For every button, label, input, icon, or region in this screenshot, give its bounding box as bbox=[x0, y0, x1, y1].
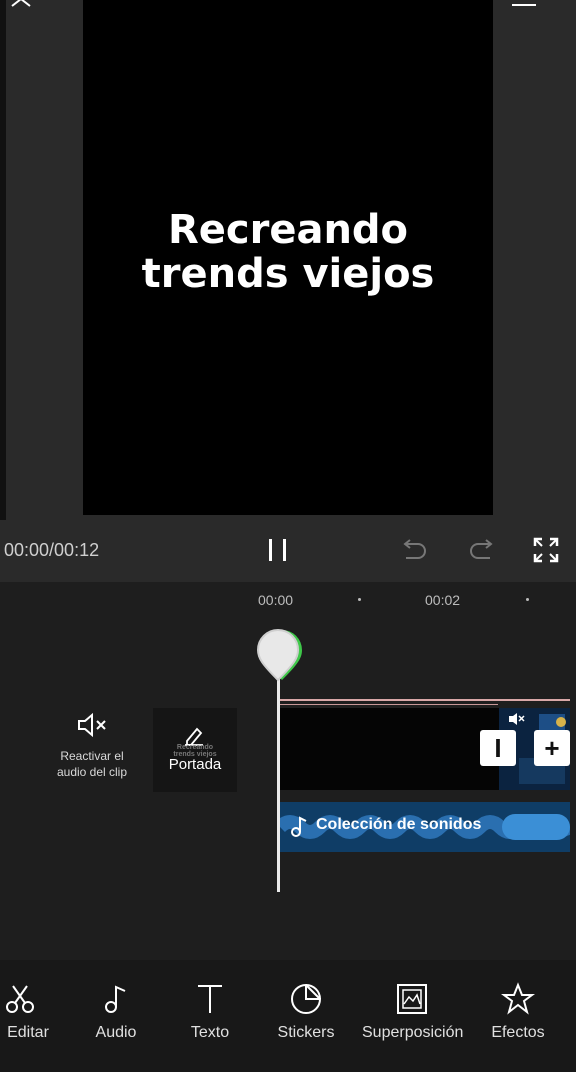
pencil-icon bbox=[185, 727, 203, 746]
ruler-mark: 00:02 bbox=[425, 592, 461, 608]
undo-icon[interactable] bbox=[398, 534, 430, 566]
music-note-icon bbox=[105, 985, 126, 1013]
fullscreen-icon[interactable] bbox=[530, 534, 562, 566]
music-note-icon bbox=[291, 816, 307, 837]
toolbar-label: Stickers bbox=[277, 1024, 335, 1041]
ruler-dot bbox=[526, 598, 529, 601]
pause-icon[interactable] bbox=[262, 534, 294, 566]
unmute-clip-button[interactable]: Reactivar el audio del clip bbox=[50, 712, 134, 780]
toolbar-item-text[interactable]: Texto bbox=[160, 982, 260, 1042]
track-marker-line bbox=[280, 699, 570, 701]
sticker-icon bbox=[291, 983, 322, 1014]
timeline[interactable]: 00:00 00:02 Reactivar el audio del clip … bbox=[0, 582, 576, 960]
player-controls: 00:00/00:12 bbox=[0, 520, 576, 582]
redo-icon[interactable] bbox=[466, 534, 498, 566]
video-preview[interactable]: Recreando trends viejos bbox=[83, 0, 493, 515]
toolbar-label: Audio bbox=[95, 1024, 137, 1041]
toolbar-item-overlay[interactable]: Superposición bbox=[362, 982, 464, 1042]
unmute-clip-label: Reactivar el audio del clip bbox=[56, 749, 128, 779]
cover-button[interactable]: Recreando trends viejos Portada bbox=[153, 708, 237, 792]
close-icon[interactable] bbox=[4, 0, 34, 10]
add-clip-button[interactable]: + bbox=[534, 730, 570, 766]
ruler-dot bbox=[358, 598, 361, 601]
preview-title-text: Recreando trends viejos bbox=[141, 207, 435, 297]
toolbar-item-audio[interactable]: Audio bbox=[66, 982, 166, 1042]
editor-preview-area: Recreando trends viejos bbox=[0, 0, 576, 520]
track-marker-line bbox=[280, 704, 498, 705]
toolbar-label: Editar bbox=[7, 1024, 49, 1041]
toolbar-item-effects[interactable]: Efectos bbox=[468, 982, 568, 1042]
toolbar-label: Superposición bbox=[362, 1024, 464, 1041]
bottom-toolbar: Editar Audio Texto Stickers Superposició… bbox=[0, 960, 576, 1072]
toolbar-item-edit[interactable]: Editar bbox=[0, 982, 70, 1042]
cover-label: Portada bbox=[168, 756, 222, 773]
text-icon bbox=[198, 985, 222, 1013]
toolbar-item-stickers[interactable]: Stickers bbox=[256, 982, 356, 1042]
playhead[interactable] bbox=[277, 666, 280, 892]
overlay-icon bbox=[397, 984, 427, 1014]
speaker-mute-icon bbox=[78, 712, 106, 738]
menu-icon[interactable] bbox=[512, 2, 536, 8]
toolbar-label: Efectos bbox=[491, 1024, 545, 1041]
audio-track-label: Colección de sonidos bbox=[316, 816, 482, 833]
toolbar-label: Texto bbox=[190, 1024, 230, 1041]
scissors-icon bbox=[6, 985, 34, 1013]
effects-star-icon bbox=[501, 982, 535, 1015]
playhead-handle[interactable] bbox=[252, 624, 310, 684]
ruler-mark: 00:00 bbox=[258, 592, 294, 608]
split-handle-button[interactable]: I bbox=[480, 730, 516, 766]
timecode: 00:00/00:12 bbox=[4, 540, 100, 560]
audio-track[interactable]: Colección de sonidos bbox=[280, 802, 570, 852]
